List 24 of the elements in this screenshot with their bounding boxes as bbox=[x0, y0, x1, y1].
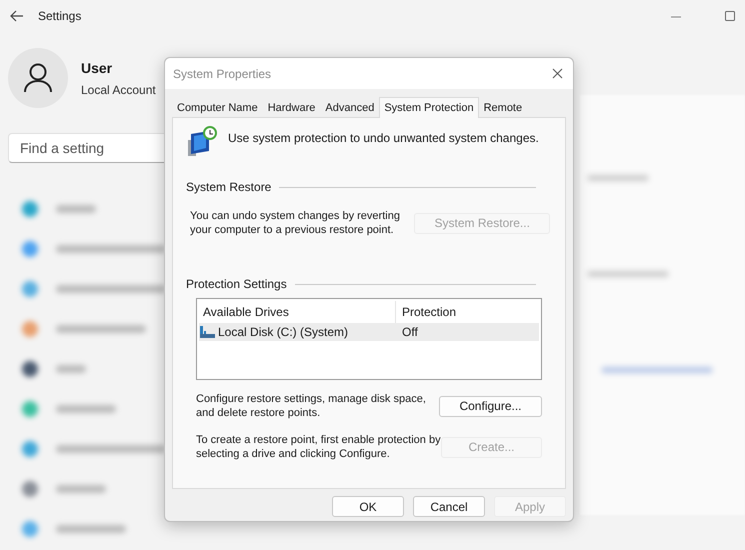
column-header[interactable]: Protection bbox=[396, 303, 462, 321]
tab[interactable]: System Protection bbox=[379, 97, 479, 118]
maximize-icon[interactable] bbox=[725, 11, 735, 21]
group-heading: Protection Settings bbox=[186, 276, 287, 293]
user-name: User bbox=[81, 58, 114, 78]
drive-row[interactable]: Local Disk (C:) (System) Off bbox=[199, 323, 539, 341]
create-description: To create a restore point, first enable protection by selecting a drive and clicking Configure. bbox=[196, 433, 442, 461]
back-arrow-icon[interactable] bbox=[10, 10, 24, 22]
configure-description: Configure restore settings, manage disk space, and delete restore points. bbox=[196, 392, 427, 420]
push-button[interactable]: OK bbox=[332, 496, 404, 517]
push-button[interactable]: Cancel bbox=[413, 496, 485, 517]
person-icon bbox=[24, 63, 52, 93]
protection-status: Off bbox=[401, 324, 419, 341]
push-button[interactable]: Configure... bbox=[439, 396, 542, 416]
account-type: Local Account bbox=[81, 82, 156, 98]
app-title: Settings bbox=[38, 8, 82, 25]
drive-icon bbox=[200, 326, 215, 338]
group-heading: System Restore bbox=[186, 179, 272, 196]
intro-text: Use system protection to undo unwanted system changes. bbox=[228, 130, 539, 147]
close-icon[interactable] bbox=[552, 68, 563, 79]
window-title: System Properties bbox=[173, 66, 272, 82]
computer-restore-icon bbox=[186, 126, 218, 158]
restore-description: You can undo system changes by reverting your computer to a previous restore point. bbox=[190, 209, 401, 237]
drive-name: Local Disk (C:) (System) bbox=[218, 324, 348, 341]
